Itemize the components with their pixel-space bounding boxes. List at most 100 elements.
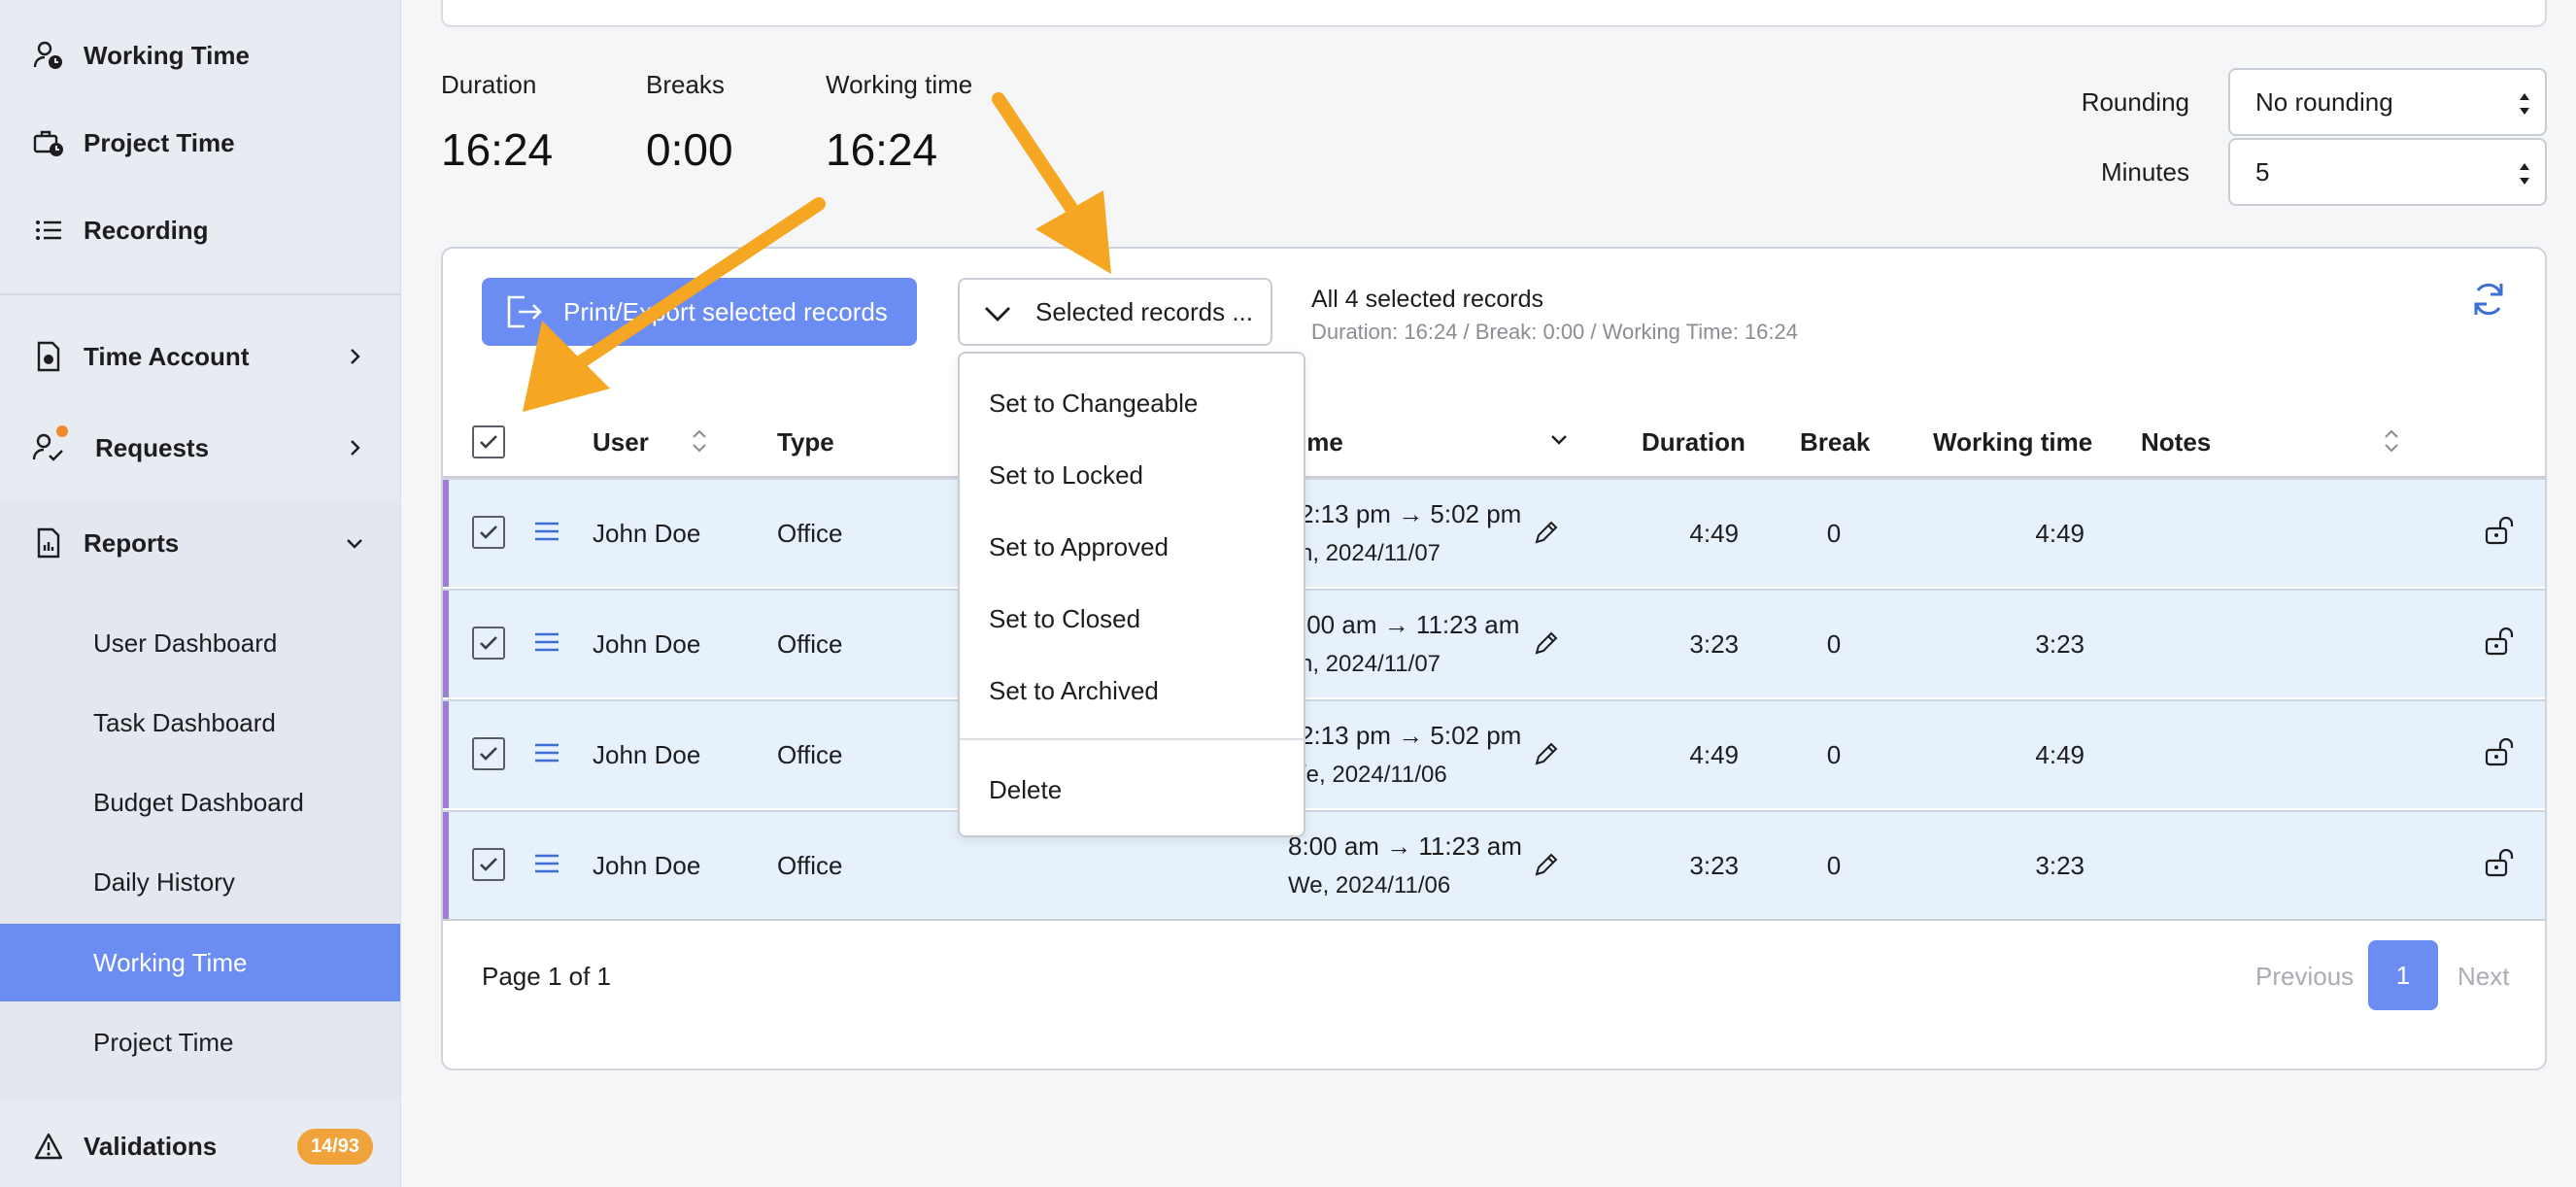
selection-summary: All 4 selected records Duration: 16:24 /… bbox=[1311, 286, 1798, 345]
column-header-time[interactable]: ime bbox=[1300, 427, 1343, 458]
column-header-notes[interactable]: Notes bbox=[2141, 427, 2211, 458]
row-menu-icon[interactable] bbox=[534, 521, 559, 542]
user-clock-icon bbox=[31, 38, 66, 73]
pagination-next[interactable]: Next bbox=[2457, 962, 2509, 992]
table-row[interactable] bbox=[443, 589, 2545, 697]
cell-time-range: :00 am → 11:23 am bbox=[1300, 610, 1520, 639]
cell-duration: 3:23 bbox=[1689, 851, 1739, 880]
sidebar-subitem-project-time[interactable]: Project Time bbox=[0, 1003, 400, 1081]
menu-item-set-closed[interactable]: Set to Closed bbox=[989, 604, 1140, 634]
cell-date: /e, 2024/11/06 bbox=[1300, 762, 1447, 788]
sidebar-item-recording[interactable]: Recording bbox=[0, 187, 400, 274]
sidebar-subitem-task-dashboard[interactable]: Task Dashboard bbox=[0, 684, 400, 762]
cell-user: John Doe bbox=[593, 740, 701, 769]
cell-duration: 3:23 bbox=[1689, 629, 1739, 659]
cell-break: 0 bbox=[1826, 629, 1842, 659]
row-menu-icon[interactable] bbox=[534, 853, 559, 874]
column-header-break[interactable]: Break bbox=[1800, 427, 1870, 458]
row-status-stripe bbox=[443, 480, 449, 587]
sort-icon[interactable] bbox=[692, 427, 707, 455]
sidebar-subitem-user-dashboard[interactable]: User Dashboard bbox=[0, 604, 400, 682]
sidebar-item-label: Task Dashboard bbox=[93, 707, 276, 737]
sidebar-item-working-time[interactable]: Working Time bbox=[0, 12, 400, 99]
column-header-type[interactable]: Type bbox=[777, 427, 834, 458]
table-row[interactable] bbox=[443, 478, 2545, 587]
menu-item-set-changeable[interactable]: Set to Changeable bbox=[989, 389, 1198, 419]
chevron-down-icon[interactable] bbox=[1550, 433, 1568, 447]
column-header-working-time[interactable]: Working time bbox=[1933, 427, 2092, 458]
cell-date: We, 2024/11/06 bbox=[1288, 872, 1451, 899]
sidebar-subitem-budget-dashboard[interactable]: Budget Dashboard bbox=[0, 763, 400, 841]
cell-type: Office bbox=[777, 740, 843, 769]
menu-item-delete[interactable]: Delete bbox=[989, 775, 1062, 805]
summary-main: All 4 selected records bbox=[1311, 286, 1544, 313]
sidebar-item-validations[interactable]: Validations 14/93 bbox=[0, 1102, 400, 1187]
clock-document-icon bbox=[31, 339, 66, 374]
cell-working-time: 3:23 bbox=[2035, 629, 2085, 659]
table-row[interactable] bbox=[443, 699, 2545, 808]
stat-breaks: Breaks 0:00 bbox=[646, 70, 733, 176]
row-status-stripe bbox=[443, 591, 449, 697]
chevron-right-icon bbox=[351, 440, 360, 456]
export-icon bbox=[507, 295, 542, 328]
selected-records-button[interactable]: Selected records ... bbox=[958, 278, 1272, 346]
menu-item-set-locked[interactable]: Set to Locked bbox=[989, 460, 1143, 491]
pagination-page-1[interactable]: 1 bbox=[2368, 940, 2438, 1010]
row-menu-icon[interactable] bbox=[534, 631, 559, 653]
cell-break: 0 bbox=[1826, 740, 1842, 769]
unlock-icon[interactable] bbox=[2485, 849, 2516, 878]
select-all-checkbox[interactable] bbox=[472, 425, 505, 458]
pencil-icon[interactable] bbox=[1533, 629, 1560, 657]
notification-dot bbox=[56, 425, 68, 437]
column-header-duration[interactable]: Duration bbox=[1642, 427, 1746, 458]
minutes-value: 5 bbox=[2255, 156, 2270, 187]
row-checkbox[interactable] bbox=[472, 737, 505, 770]
row-checkbox[interactable] bbox=[472, 516, 505, 549]
briefcase-clock-icon bbox=[31, 125, 66, 160]
unlock-icon[interactable] bbox=[2485, 738, 2516, 767]
sidebar-item-label: Daily History bbox=[93, 866, 235, 897]
sidebar-item-reports[interactable]: Reports bbox=[0, 499, 400, 587]
pagination-previous[interactable]: Previous bbox=[2255, 962, 2354, 992]
chevron-down-icon bbox=[985, 307, 1010, 322]
minutes-label: Minutes bbox=[2100, 157, 2189, 187]
selected-records-menu: Set to Changeable Set to Locked Set to A… bbox=[958, 352, 1305, 837]
table-row[interactable] bbox=[443, 810, 2545, 919]
sidebar-item-project-time[interactable]: Project Time bbox=[0, 99, 400, 187]
cell-break: 0 bbox=[1826, 519, 1842, 548]
rounding-select[interactable]: No rounding bbox=[2228, 68, 2547, 136]
sidebar-item-label: Reports bbox=[84, 527, 180, 558]
sidebar-item-label: Recording bbox=[84, 215, 209, 245]
sidebar-item-label: Budget Dashboard bbox=[93, 787, 304, 817]
cell-working-time: 4:49 bbox=[2035, 519, 2085, 548]
stat-label: Breaks bbox=[646, 70, 725, 99]
sidebar-item-requests[interactable]: Requests bbox=[0, 404, 400, 492]
sort-icon[interactable] bbox=[2384, 427, 2399, 455]
row-checkbox[interactable] bbox=[472, 848, 505, 881]
cell-duration: 4:49 bbox=[1689, 740, 1739, 769]
sidebar-item-label: Project Time bbox=[93, 1027, 234, 1057]
pencil-icon[interactable] bbox=[1533, 519, 1560, 546]
refresh-icon[interactable] bbox=[2471, 280, 2506, 319]
sidebar-subitem-daily-history[interactable]: Daily History bbox=[0, 843, 400, 921]
row-menu-icon[interactable] bbox=[534, 742, 559, 763]
pencil-icon[interactable] bbox=[1533, 740, 1560, 767]
pencil-icon[interactable] bbox=[1533, 851, 1560, 878]
minutes-select[interactable]: 5 bbox=[2228, 138, 2547, 206]
row-checkbox[interactable] bbox=[472, 627, 505, 660]
menu-item-set-approved[interactable]: Set to Approved bbox=[989, 532, 1169, 562]
check-icon bbox=[480, 858, 497, 871]
sidebar-item-label: Validations bbox=[84, 1131, 218, 1161]
cell-type: Office bbox=[777, 851, 843, 880]
sidebar-item-time-account[interactable]: Time Account bbox=[0, 313, 400, 400]
menu-item-set-archived[interactable]: Set to Archived bbox=[989, 676, 1159, 706]
column-header-user[interactable]: User bbox=[593, 427, 649, 458]
unlock-icon[interactable] bbox=[2485, 627, 2516, 657]
unlock-icon[interactable] bbox=[2485, 517, 2516, 546]
cell-working-time: 3:23 bbox=[2035, 851, 2085, 880]
print-export-button[interactable]: Print/Export selected records bbox=[482, 278, 917, 346]
cell-type: Office bbox=[777, 519, 843, 548]
summary-sub: Duration: 16:24 / Break: 0:00 / Working … bbox=[1311, 320, 1798, 344]
sidebar-subitem-working-time[interactable]: Working Time bbox=[0, 924, 400, 1001]
cell-date: h, 2024/11/07 bbox=[1300, 651, 1441, 677]
